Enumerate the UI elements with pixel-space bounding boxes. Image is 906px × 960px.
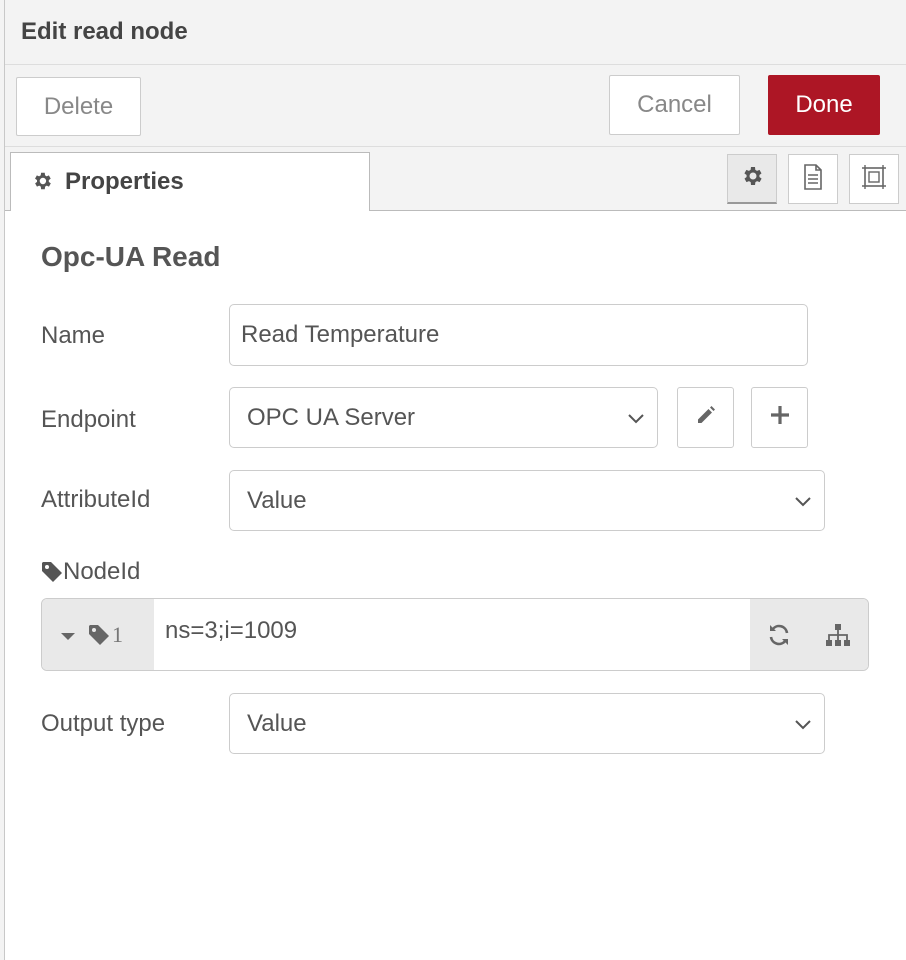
endpoint-select[interactable]: OPC UA Server [229, 387, 658, 448]
chevron-down-icon [628, 413, 644, 423]
node-appearance-button[interactable] [849, 154, 899, 204]
tab-properties-label: Properties [65, 168, 184, 195]
output-type-label: Output type [41, 710, 166, 737]
plus-icon [769, 404, 791, 431]
delete-button[interactable]: Delete [16, 77, 141, 136]
tab-bar: Properties [5, 147, 906, 211]
gear-icon [740, 164, 764, 193]
nodeid-type-selector[interactable]: 1 [42, 599, 154, 670]
output-type-select[interactable]: Value [229, 693, 825, 754]
nodeid-input[interactable]: ns=3;i=1009 [165, 617, 297, 645]
tray-title: Edit read node [21, 18, 188, 45]
caret-down-icon [60, 629, 76, 641]
add-endpoint-button[interactable] [751, 387, 808, 448]
name-input-value: Read Temperature [241, 321, 440, 348]
tray-toolbar: Delete Cancel Done [5, 65, 906, 147]
attributeid-select[interactable]: Value [229, 470, 825, 531]
cancel-button[interactable]: Cancel [609, 75, 740, 135]
chevron-down-icon [795, 719, 811, 729]
edit-tray: Edit read node Delete Cancel Done Proper… [4, 0, 906, 960]
output-type-select-value: Value [247, 709, 307, 737]
name-input[interactable]: Read Temperature [229, 304, 808, 366]
gear-icon [31, 170, 55, 194]
nodeid-typed-input: 1 ns=3;i=1009 [41, 598, 869, 671]
section-title: Opc-UA Read [41, 241, 221, 272]
chevron-down-icon [795, 496, 811, 506]
done-button[interactable]: Done [768, 75, 880, 135]
type-indicator: 1 [112, 621, 123, 647]
nodeid-actions [750, 599, 868, 670]
tab-properties[interactable]: Properties [10, 152, 370, 211]
document-icon [801, 163, 825, 195]
node-description-button[interactable] [788, 154, 838, 204]
node-properties-button[interactable] [727, 154, 777, 204]
endpoint-select-value: OPC UA Server [247, 403, 416, 431]
sitemap-icon[interactable] [824, 622, 852, 648]
tag-icon [41, 561, 63, 583]
properties-panel: Opc-UA Read Name Read Temperature Endpoi… [5, 211, 906, 960]
frame-icon [860, 163, 888, 196]
tag-icon [88, 624, 110, 646]
nodeid-label-text: NodeId [63, 558, 141, 585]
attributeid-select-value: Value [247, 486, 307, 514]
endpoint-label: Endpoint [41, 406, 136, 433]
pencil-icon [695, 404, 717, 431]
name-label: Name [41, 322, 106, 349]
tray-header: Edit read node [5, 0, 906, 65]
nodeid-label: NodeId [41, 558, 140, 586]
edit-endpoint-button[interactable] [677, 387, 734, 448]
refresh-icon[interactable] [766, 622, 792, 648]
attributeid-label: AttributeId [41, 486, 151, 513]
